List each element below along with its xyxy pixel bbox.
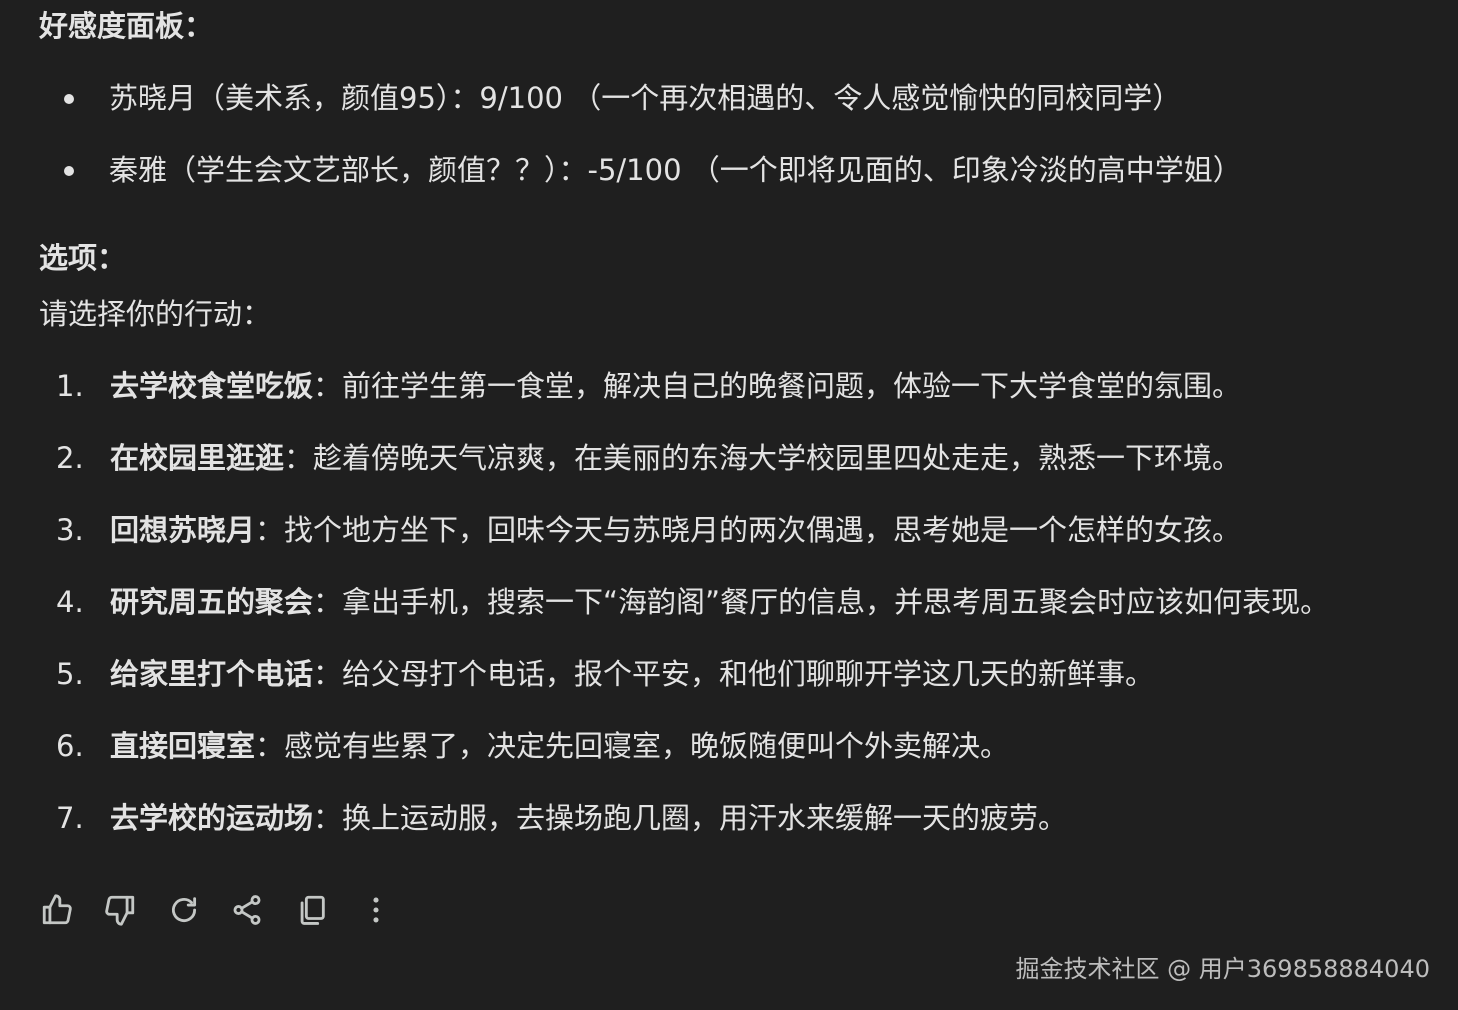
redo-button[interactable] [164,890,204,930]
thumbs-up-icon [42,894,72,925]
option-number: 5. [56,657,84,691]
share-icon [233,895,261,925]
option-desc: ：前往学生第一食堂，解决自己的晚餐问题，体验一下大学食堂的氛围。 [313,369,1242,403]
affinity-item-text: 秦雅（学生会文艺部长，颜值？？）：-5/100 （一个即将见面的、印象冷淡的高中… [109,153,1242,187]
option-desc: ：给父母打个电话，报个平安，和他们聊聊开学这几天的新鲜事。 [313,657,1155,691]
option-title: 给家里打个电话 [110,657,314,691]
option-number: 4. [56,585,84,619]
affinity-item-text: 苏晓月（美术系，颜值95）：9/100 （一个再次相遇的、令人感觉愉快的同校同学… [109,81,1182,115]
watermark: 掘金技术社区 @ 用户369858884040 [1015,955,1431,983]
options-heading: 选项： [39,241,127,275]
option-number: 7. [56,801,84,835]
option-title: 去学校的运动场 [110,801,314,835]
thumbs-down-button[interactable] [100,890,140,930]
option-title: 研究周五的聚会 [110,585,314,619]
options-prompt: 请选择你的行动： [39,297,272,331]
share-button[interactable] [227,890,267,930]
thumbs-up-button[interactable] [37,890,77,930]
option-number: 1. [56,369,84,403]
option-desc: ：拿出手机，搜索一下“海韵阁”餐厅的信息，并思考周五聚会时应该如何表现。 [313,585,1330,619]
copy-icon [300,895,325,925]
redo-icon [172,897,197,923]
option-title: 去学校食堂吃饭 [110,369,314,403]
option-number: 2. [56,441,84,475]
option-title: 在校园里逛逛 [110,441,285,475]
more-vert-icon [373,897,379,923]
bullet-dot [64,94,74,104]
thumbs-down-icon [105,895,135,926]
copy-button[interactable] [292,890,332,930]
option-desc: ：换上运动服，去操场跑几圈，用汗水来缓解一天的疲劳。 [313,801,1068,835]
affinity-panel-heading: 好感度面板： [39,9,214,43]
more-options-button[interactable] [356,890,396,930]
bullet-dot [64,166,74,176]
option-desc: ：趁着傍晚天气凉爽，在美丽的东海大学校园里四处走走，熟悉一下环境。 [284,441,1242,475]
option-desc: ：找个地方坐下，回味今天与苏晓月的两次偶遇，思考她是一个怎样的女孩。 [255,513,1242,547]
option-number: 6. [56,729,84,763]
option-title: 直接回寝室 [110,729,256,763]
option-number: 3. [56,513,84,547]
option-desc: ：感觉有些累了，决定先回寝室，晚饭随便叫个外卖解决。 [255,729,1010,763]
option-title: 回想苏晓月 [110,513,256,547]
